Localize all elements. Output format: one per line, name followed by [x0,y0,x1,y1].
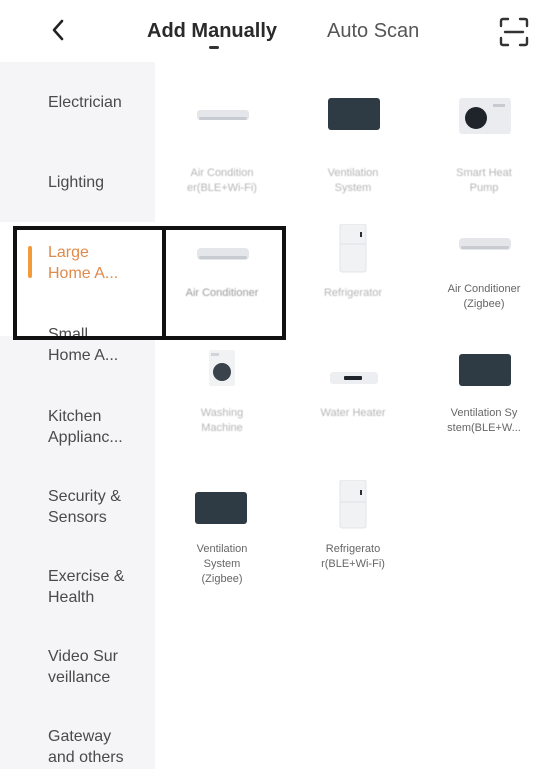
sidebar-item-label: Security & Sensors [48,488,121,526]
device-tile[interactable]: Air Conditioner (Zigbee) [419,224,549,344]
device-name: Refrigerato r(BLE+Wi-Fi) [321,543,385,570]
sidebar-item-label: Gateway and others [48,728,124,766]
device-tile[interactable]: Ventilation Sy stem(BLE+W... [419,344,549,464]
category-sidebar: Electrician Lighting Large Home A... Sma… [0,62,155,769]
sidebar-item-label: Exercise & Health [48,568,125,606]
device-name: Air Condition er(BLE+Wi-Fi) [187,167,257,194]
device-tile[interactable]: Refrigerato r(BLE+Wi-Fi) [288,480,418,600]
sidebar-item-security-sensors[interactable]: Security & Sensors [0,478,155,536]
sidebar-item-label: Video Sur veillance [48,648,118,686]
device-name: Ventilation System [327,167,379,194]
device-tile[interactable]: Water Heater [288,344,418,464]
sidebar-item-lighting[interactable]: Lighting [0,160,155,210]
sidebar-item-label: Large Home A... [48,244,119,282]
tab-auto-scan[interactable]: Auto Scan [327,18,419,44]
device-tile[interactable]: Ventilation System [288,84,418,214]
back-button[interactable] [40,12,76,48]
device-name: Ventilation System (Zigbee) [196,543,248,585]
sidebar-item-gateway-others[interactable]: Gateway and others [0,720,155,778]
device-name: Refrigerator [323,287,383,299]
sidebar-item-electrician[interactable]: Electrician [0,80,155,130]
device-tile[interactable]: Refrigerator [288,224,418,344]
heat-pump-icon [459,98,511,134]
ventilation-icon [328,98,380,130]
sidebar-item-label: Kitchen Applianc... [48,408,123,446]
top-bar: Add Manually Auto Scan [0,0,549,62]
sidebar-item-label: Electrician [48,94,122,111]
device-name: Washing Machine [200,407,244,434]
scan-button[interactable] [498,16,530,48]
chevron-left-icon [52,19,64,41]
device-name: Smart Heat Pump [456,167,512,194]
scan-frame-icon [499,17,529,47]
sidebar-item-label: Lighting [48,174,105,191]
device-name: Water Heater [320,407,386,419]
sidebar-item-video-surveillance[interactable]: Video Sur veillance [0,640,155,698]
active-category-indicator [28,246,32,278]
device-name: Air Conditioner (Zigbee) [447,283,521,310]
device-grid: Air Condition er(BLE+Wi-Fi) Ventilation … [155,62,549,769]
device-name: Air Conditioner [185,287,259,299]
air-conditioner-icon [197,110,249,120]
sidebar-item-small-home-appliances[interactable]: Small Home A... [0,318,155,376]
sidebar-item-label: Small Home A... [48,326,119,364]
device-tile[interactable]: Smart Heat Pump [419,84,549,214]
sidebar-item-exercise-health[interactable]: Exercise & Health [0,560,155,618]
sidebar-item-kitchen-appliances[interactable]: Kitchen Applianc... [0,398,155,456]
device-name: Ventilation Sy stem(BLE+W... [447,407,521,434]
device-tile[interactable]: Air Conditioner [157,224,287,344]
device-tile[interactable]: Ventilation System (Zigbee) [157,480,287,600]
active-tab-indicator [209,46,219,49]
tab-add-manually[interactable]: Add Manually [147,18,277,44]
device-tile[interactable]: Washing Machine [157,344,287,464]
device-tile[interactable]: Air Condition er(BLE+Wi-Fi) [157,84,287,214]
